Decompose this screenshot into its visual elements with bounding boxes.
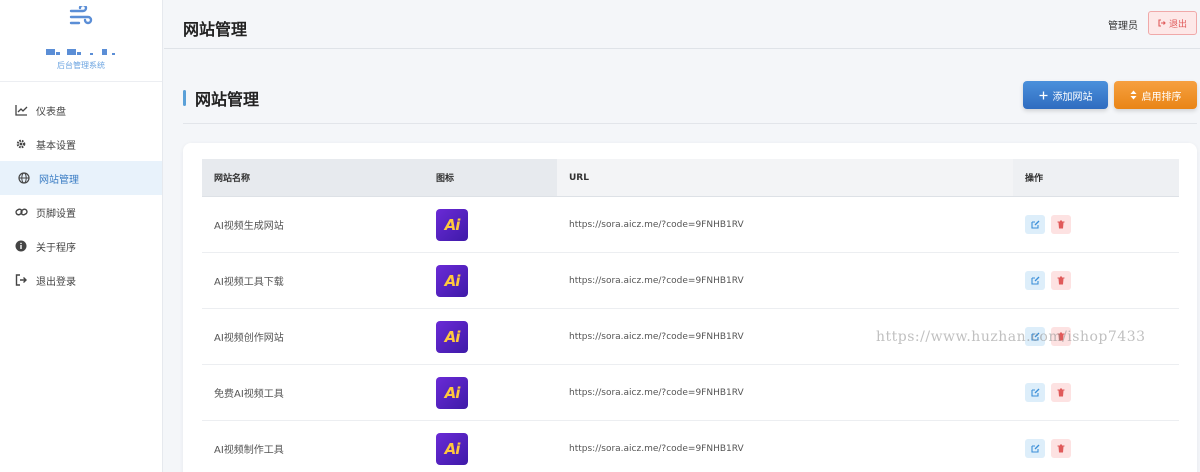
edit-button[interactable] — [1025, 271, 1045, 290]
row-actions — [1013, 421, 1179, 472]
edit-button[interactable] — [1025, 215, 1045, 234]
column-header-icon: 图标 — [424, 159, 557, 196]
top-bar: 网站管理 管理员 退出 — [164, 0, 1200, 49]
row-actions — [1013, 365, 1179, 420]
brand: 后台管理系统 — [0, 0, 162, 82]
sidebar-nav: 仪表盘 基本设置 网站管理 页脚设置 关于程序 退出登录 — [0, 93, 162, 297]
table-row: AI视频生成网站 Ai https://sora.aicz.me/?code=9… — [202, 197, 1179, 253]
watermark-text: https://www.huzhan.com/ishop7433 — [876, 329, 1146, 345]
sidebar-item-label: 仪表盘 — [36, 106, 66, 118]
website-url: https://sora.aicz.me/?code=9FNHB1RV — [569, 275, 744, 286]
sidebar: 后台管理系统 仪表盘 基本设置 网站管理 页脚设置 关于程序 退出登录 — [0, 0, 163, 472]
website-url: https://sora.aicz.me/?code=9FNHB1RV — [569, 443, 744, 454]
column-header-actions: 操作 — [1013, 159, 1179, 196]
sidebar-item-logout[interactable]: 退出登录 — [0, 263, 162, 297]
website-url: https://sora.aicz.me/?code=9FNHB1RV — [569, 387, 744, 398]
website-icon-cell: Ai — [424, 365, 557, 420]
ai-app-icon: Ai — [436, 376, 468, 409]
delete-button[interactable] — [1051, 439, 1071, 458]
trash-icon — [1057, 276, 1065, 285]
section-heading: 网站管理 — [183, 86, 259, 110]
website-name: AI视频制作工具 — [214, 445, 284, 456]
delete-button[interactable] — [1051, 215, 1071, 234]
app-icon-text: Ai — [444, 215, 461, 234]
ai-app-icon: Ai — [436, 432, 468, 465]
section-title: 网站管理 — [195, 90, 260, 109]
website-icon-cell: Ai — [424, 421, 557, 472]
logout-button[interactable]: 退出 — [1148, 11, 1197, 35]
website-icon-cell: Ai — [424, 197, 557, 252]
delete-button[interactable] — [1051, 383, 1071, 402]
enable-sort-label: 启用排序 — [1141, 91, 1182, 103]
plus-icon — [1039, 91, 1047, 99]
gear-icon — [14, 137, 28, 151]
brand-name-redacted — [0, 48, 162, 58]
sign-out-icon — [14, 273, 28, 287]
edit-icon — [1030, 276, 1039, 285]
chart-line-icon — [14, 103, 28, 117]
delete-button[interactable] — [1051, 271, 1071, 290]
sidebar-item-footer-settings[interactable]: 页脚设置 — [0, 195, 162, 229]
website-icon-cell: Ai — [424, 253, 557, 308]
column-header-url: URL — [557, 159, 1013, 196]
link-icon — [14, 205, 28, 219]
website-table: 网站名称 图标 URL 操作 AI视频生成网站 Ai https://sora.… — [202, 159, 1179, 472]
info-icon — [14, 239, 28, 253]
website-name: AI视频生成网站 — [214, 221, 284, 232]
website-url: https://sora.aicz.me/?code=9FNHB1RV — [569, 219, 744, 230]
add-website-label: 添加网站 — [1052, 91, 1093, 103]
enable-sort-button[interactable]: 启用排序 — [1114, 81, 1197, 109]
row-actions — [1013, 197, 1179, 252]
globe-icon — [17, 171, 31, 185]
app-icon-text: Ai — [444, 383, 461, 402]
sidebar-item-dashboard[interactable]: 仪表盘 — [0, 93, 162, 127]
table-header: 网站名称 图标 URL 操作 — [202, 159, 1179, 197]
sidebar-item-label: 页脚设置 — [36, 208, 76, 220]
table-row: 免费AI视频工具 Ai https://sora.aicz.me/?code=9… — [202, 365, 1179, 421]
logout-label: 退出 — [1168, 19, 1187, 30]
website-name: AI视频创作网站 — [214, 333, 284, 344]
sidebar-item-label: 基本设置 — [36, 140, 76, 152]
ai-app-icon: Ai — [436, 264, 468, 297]
user-label: 管理员 — [1108, 21, 1138, 32]
row-actions — [1013, 253, 1179, 308]
sidebar-item-label: 退出登录 — [36, 276, 76, 288]
edit-button[interactable] — [1025, 383, 1045, 402]
sidebar-item-label: 网站管理 — [39, 174, 79, 186]
table-row: AI视频制作工具 Ai https://sora.aicz.me/?code=9… — [202, 421, 1179, 472]
edit-icon — [1030, 388, 1039, 397]
section-divider — [183, 123, 1197, 124]
sidebar-item-website-management[interactable]: 网站管理 — [0, 161, 162, 195]
sort-icon — [1130, 90, 1136, 100]
section-accent-bar — [183, 90, 186, 106]
sidebar-item-basic-settings[interactable]: 基本设置 — [0, 127, 162, 161]
app-icon-text: Ai — [444, 439, 461, 458]
app-icon-text: Ai — [444, 271, 461, 290]
trash-icon — [1057, 444, 1065, 453]
sidebar-item-about[interactable]: 关于程序 — [0, 229, 162, 263]
ai-app-icon: Ai — [436, 320, 468, 353]
add-website-button[interactable]: 添加网站 — [1023, 81, 1108, 109]
wind-logo-icon — [69, 6, 93, 25]
website-table-card: 网站名称 图标 URL 操作 AI视频生成网站 Ai https://sora.… — [183, 143, 1197, 472]
website-icon-cell: Ai — [424, 309, 557, 364]
edit-icon — [1030, 444, 1039, 453]
sidebar-item-label: 关于程序 — [36, 242, 76, 254]
page-title: 网站管理 — [183, 20, 248, 39]
trash-icon — [1057, 220, 1065, 229]
website-name: AI视频工具下载 — [214, 277, 284, 288]
ai-app-icon: Ai — [436, 208, 468, 241]
trash-icon — [1057, 388, 1065, 397]
website-name: 免费AI视频工具 — [214, 389, 284, 400]
edit-button[interactable] — [1025, 439, 1045, 458]
table-row: AI视频工具下载 Ai https://sora.aicz.me/?code=9… — [202, 253, 1179, 309]
column-header-name: 网站名称 — [202, 159, 424, 196]
app-icon-text: Ai — [444, 327, 461, 346]
sign-out-icon — [1158, 19, 1166, 27]
edit-icon — [1030, 220, 1039, 229]
brand-subtitle: 后台管理系统 — [57, 61, 105, 70]
